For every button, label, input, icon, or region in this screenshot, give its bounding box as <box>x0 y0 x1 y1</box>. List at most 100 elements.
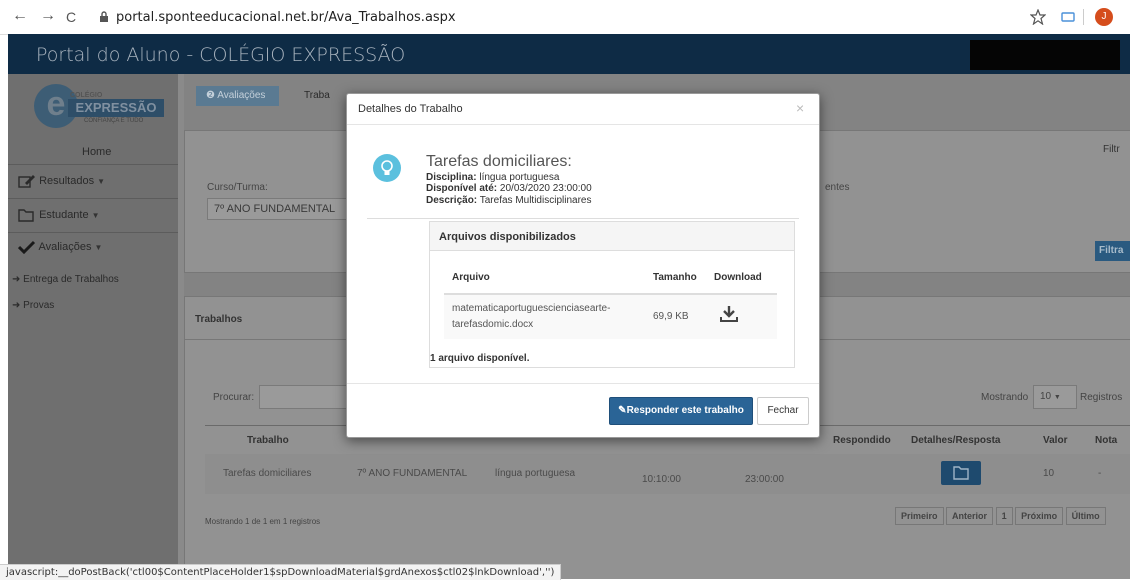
download-cell <box>706 294 777 339</box>
fechar-button[interactable]: Fechar <box>757 397 809 425</box>
sidebar-label: Entrega de Trabalhos <box>23 274 119 285</box>
profile-avatar[interactable]: J <box>1095 8 1113 26</box>
trabalho-name: Tarefas domiciliares: <box>426 153 572 170</box>
cell-inicio: 10:10:00 <box>642 474 681 485</box>
browser-toolbar: ← → C portal.sponteeducacional.net.br/Av… <box>0 0 1130 35</box>
table-row: Tarefas domiciliares 7º ANO FUNDAMENTAL … <box>205 454 1130 494</box>
close-icon[interactable]: × <box>796 100 804 116</box>
responder-button[interactable]: ✎Responder este trabalho <box>609 397 753 425</box>
breadcrumb-item-trabalhos[interactable]: Traba <box>304 90 330 101</box>
col-header-trabalho[interactable]: Trabalho <box>247 435 289 446</box>
modal-footer-divider <box>347 383 819 384</box>
back-icon[interactable]: ← <box>12 7 28 25</box>
files-panel-header: Arquivos disponibilizados <box>430 222 794 251</box>
caret-icon: ▼ <box>94 242 103 252</box>
reload-icon[interactable]: C <box>66 9 76 25</box>
breadcrumb[interactable]: ❷ Avaliações <box>196 86 280 106</box>
pager-next[interactable]: Próximo <box>1015 507 1064 525</box>
toolbar-divider <box>1083 9 1084 25</box>
disponivel-label: Disponível até: <box>426 183 498 194</box>
breadcrumb-item: Avaliações <box>217 90 266 101</box>
file-name-cell: matematicaportuguescienciasearte- tarefa… <box>444 294 645 339</box>
page-size-value: 10 <box>1040 391 1052 402</box>
caret-icon: ▼ <box>1053 394 1061 401</box>
trabalhos-title: Trabalhos <box>195 314 243 325</box>
col-header-tamanho: Tamanho <box>645 261 706 295</box>
sidebar-label: Resultados <box>39 174 95 187</box>
cell-trabalho: Tarefas domiciliares <box>223 468 312 479</box>
sidebar-item-provas[interactable]: ➜ Provas <box>12 300 54 311</box>
files-panel: Arquivos disponibilizados Arquivo Tamanh… <box>429 221 795 368</box>
caret-icon: ▼ <box>91 210 100 220</box>
help-icon: ❷ <box>206 90 215 101</box>
portal-title: Portal do Aluno - COLÉGIO EXPRESSÃO <box>36 44 406 66</box>
sidebar-label: Avaliações <box>38 240 92 253</box>
sidebar-item-entrega-trabalhos[interactable]: ➜ Entrega de Trabalhos <box>12 274 119 285</box>
modal-header: Detalhes do Trabalho × <box>347 94 819 125</box>
status-bar: javascript:__doPostBack('ctl00$ContentPl… <box>0 564 562 580</box>
lightbulb-icon <box>373 154 401 182</box>
descricao-value: Tarefas Multidisciplinares <box>479 195 592 206</box>
pager-first[interactable]: Primeiro <box>895 507 944 525</box>
file-row: matematicaportuguescienciasearte- tarefa… <box>444 294 777 339</box>
page-size-select[interactable]: 10 ▼ <box>1033 385 1077 409</box>
edit-icon: ✎ <box>618 405 627 416</box>
folder-open-icon <box>953 466 969 480</box>
sidebar-item-home[interactable]: Home <box>82 146 111 158</box>
col-header-detalhes[interactable]: Detalhes/Resposta <box>911 435 1000 446</box>
folder-open-icon <box>18 209 34 222</box>
file-size: 69,9 KB <box>645 294 706 339</box>
disciplina-label: Disciplina: <box>426 172 477 183</box>
pager: Primeiro Anterior 1 Próximo Último <box>895 507 1106 525</box>
sidebar-label: Provas <box>23 300 55 311</box>
cell-valor: 10 <box>1043 468 1055 479</box>
disponivel-line: Disponível até: 20/03/2020 23:00:00 <box>426 183 592 194</box>
col-header-arquivo: Arquivo <box>444 261 645 295</box>
details-modal: Detalhes do Trabalho × Tarefas domicilia… <box>346 93 820 438</box>
filtrar-button[interactable]: Filtra <box>1095 241 1130 261</box>
caret-icon: ▼ <box>97 176 106 186</box>
address-bar[interactable]: portal.sponteeducacional.net.br/Ava_Trab… <box>116 10 456 25</box>
col-header-valor[interactable]: Valor <box>1043 435 1067 446</box>
files-table: Arquivo Tamanho Download matematicaportu… <box>444 261 777 339</box>
curso-select[interactable]: 7º ANO FUNDAMENTAL <box>207 198 365 220</box>
pager-page-1[interactable]: 1 <box>995 507 1013 525</box>
pager-prev[interactable]: Anterior <box>946 507 994 525</box>
star-icon[interactable] <box>1030 9 1046 25</box>
circle-arrow-icon: ➜ <box>12 300 21 311</box>
files-count: 1 arquivo disponível. <box>430 353 530 364</box>
cell-disciplina: língua portuguesa <box>495 468 576 479</box>
col-header-nota[interactable]: Nota <box>1095 435 1117 446</box>
registros-label: Registros <box>1080 392 1123 403</box>
logo-top-text: COLÉGIO <box>70 92 103 99</box>
circle-arrow-icon: ➜ <box>12 274 21 285</box>
disponivel-value: 20/03/2020 23:00:00 <box>499 183 592 194</box>
descricao-label: Descrição: <box>426 195 478 206</box>
cell-turma: 7º ANO FUNDAMENTAL <box>357 468 468 479</box>
sidebar-divider <box>8 198 178 199</box>
table-info: Mostrando 1 de 1 em 1 registros <box>205 517 321 526</box>
cell-fim: 23:00:00 <box>745 474 784 485</box>
school-logo: e COLÉGIO EXPRESSÃO CONFIANÇA E TUDO <box>34 84 166 128</box>
lock-icon <box>100 11 108 22</box>
forward-icon[interactable]: → <box>40 7 56 25</box>
check-icon <box>17 240 36 255</box>
disciplina-value: língua portuguesa <box>479 172 560 183</box>
sidebar: e COLÉGIO EXPRESSÃO CONFIANÇA E TUDO Hom… <box>8 74 178 579</box>
sidebar-item-resultados[interactable]: Resultados ▼ <box>18 174 105 188</box>
cast-icon[interactable] <box>1061 12 1075 22</box>
pendentes-label: entes <box>825 182 850 193</box>
download-icon[interactable] <box>720 305 738 323</box>
filter-toggle[interactable]: Filtr <box>1103 144 1120 155</box>
sidebar-item-estudante[interactable]: Estudante ▼ <box>18 208 100 222</box>
col-header-download: Download <box>706 261 777 295</box>
modal-title: Detalhes do Trabalho <box>358 103 463 115</box>
details-button[interactable] <box>941 461 981 485</box>
pager-last[interactable]: Último <box>1065 507 1106 525</box>
files-table-header: Arquivo Tamanho Download <box>444 261 777 295</box>
col-header-respondido[interactable]: Respondido <box>833 435 891 446</box>
sidebar-item-avaliacoes[interactable]: Avaliações ▼ <box>17 240 103 255</box>
procurar-label: Procurar: <box>213 392 255 403</box>
disciplina-line: Disciplina: língua portuguesa <box>426 172 559 183</box>
cell-nota: - <box>1098 468 1102 479</box>
